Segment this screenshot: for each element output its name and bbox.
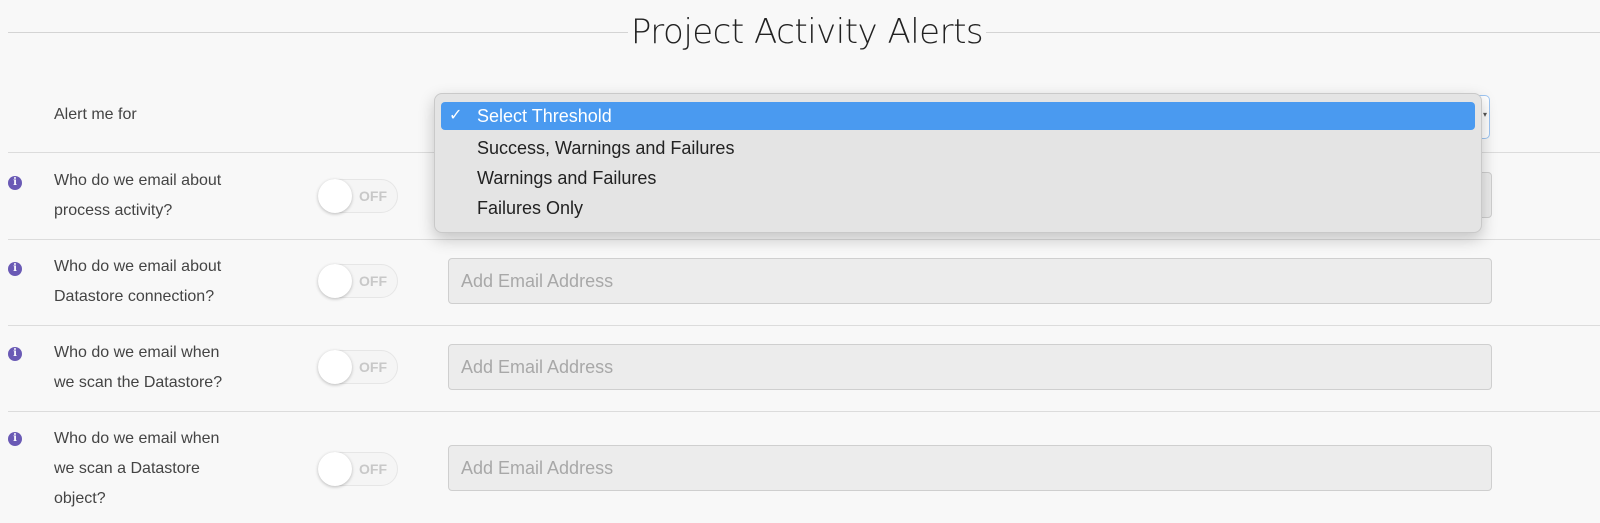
threshold-label: Alert me for	[54, 106, 137, 123]
toggle-state-label: OFF	[359, 273, 387, 289]
datastore-scan-toggle[interactable]: OFF	[318, 350, 398, 384]
row-divider	[8, 411, 1600, 412]
checkmark-icon: ✓	[449, 107, 463, 124]
toggle-knob	[318, 452, 352, 486]
option-label: Success, Warnings and Failures	[477, 138, 735, 158]
toggle-state-label: OFF	[359, 461, 387, 477]
threshold-option-success-warnings-failures[interactable]: Success, Warnings and Failures	[441, 133, 1475, 163]
threshold-option-failures-only[interactable]: Failures Only	[441, 193, 1475, 223]
row-divider	[8, 325, 1600, 326]
datastore-object-scan-email-input[interactable]	[448, 445, 1492, 491]
toggle-knob	[318, 264, 352, 298]
toggle-state-label: OFF	[359, 188, 387, 204]
row-label: Who do we email about process activity?	[54, 166, 221, 226]
datastore-connection-toggle[interactable]: OFF	[318, 264, 398, 298]
toggle-knob	[318, 350, 352, 384]
row-label-line: we scan the Datastore?	[54, 374, 223, 391]
row-label-line: we scan a Datastore	[54, 460, 200, 477]
datastore-connection-email-input[interactable]	[448, 258, 1492, 304]
toggle-state-label: OFF	[359, 359, 387, 375]
option-label: Warnings and Failures	[477, 168, 657, 188]
row-label-line: Datastore connection?	[54, 288, 215, 305]
option-label: Failures Only	[477, 198, 584, 218]
row-label-line: Who do we email when	[54, 344, 220, 361]
page-title: Project Activity Alerts	[628, 4, 986, 60]
info-icon[interactable]: i	[8, 176, 22, 190]
row-label: Who do we email about Datastore connecti…	[54, 252, 221, 312]
toggle-knob	[318, 179, 352, 213]
row-label-line: process activity?	[54, 202, 173, 219]
row-label-line: Who do we email about	[54, 172, 222, 189]
info-icon[interactable]: i	[8, 347, 22, 361]
row-label-line: Who do we email when	[54, 430, 220, 447]
threshold-dropdown-menu: ✓ Select Threshold Success, Warnings and…	[434, 93, 1482, 233]
option-label: Select Threshold	[477, 106, 612, 126]
row-label-line: object?	[54, 490, 106, 507]
row-label: Who do we email when we scan a Datastore…	[54, 424, 219, 514]
row-divider	[8, 239, 1600, 240]
threshold-option-select-threshold[interactable]: ✓ Select Threshold	[441, 102, 1475, 130]
chevron-down-icon: ▾	[1482, 110, 1487, 119]
row-label-line: Who do we email about	[54, 258, 222, 275]
datastore-object-scan-toggle[interactable]: OFF	[318, 452, 398, 486]
datastore-scan-email-input[interactable]	[448, 344, 1492, 390]
info-icon[interactable]: i	[8, 262, 22, 276]
row-label: Who do we email when we scan the Datasto…	[54, 338, 222, 398]
process-activity-toggle[interactable]: OFF	[318, 179, 398, 213]
threshold-option-warnings-failures[interactable]: Warnings and Failures	[441, 163, 1475, 193]
info-icon[interactable]: i	[8, 432, 22, 446]
